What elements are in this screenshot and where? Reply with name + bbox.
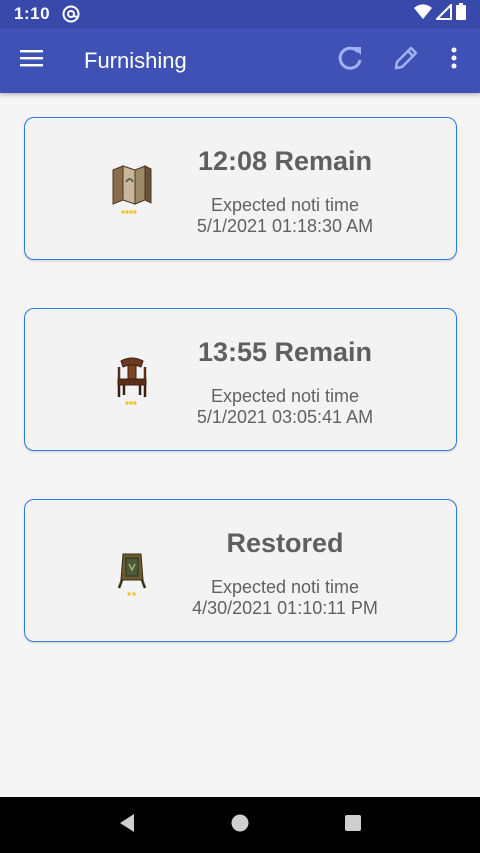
at-sign-icon [62, 5, 80, 23]
expected-noti-label: Expected noti time [210, 195, 360, 215]
status-time: 1:10 [14, 4, 51, 23]
status-bar: 1:10 [0, 0, 480, 28]
home-icon [231, 814, 249, 837]
battery-icon [456, 3, 466, 25]
back-icon [118, 813, 136, 838]
app-bar: Furnishing [0, 28, 480, 93]
system-nav-bar [0, 797, 480, 853]
expected-noti-time: 5/1/2021 03:05:41 AM [196, 407, 374, 427]
home-button[interactable] [220, 805, 260, 845]
furnishing-card[interactable]: 12:08 Remain Expected noti time 5/1/2021… [24, 117, 457, 260]
menu-button[interactable] [0, 28, 64, 93]
folding-screen-image [109, 164, 155, 218]
recents-button[interactable] [333, 805, 373, 845]
more-options-button[interactable] [434, 28, 474, 93]
expected-noti-time: 5/1/2021 01:18:30 AM [196, 216, 374, 236]
expected-noti-time: 4/30/2021 01:10:11 PM [192, 598, 378, 618]
standing-board-image [109, 546, 155, 600]
back-button[interactable] [107, 805, 147, 845]
hamburger-menu-icon [20, 49, 44, 72]
restored-status: Restored [226, 528, 344, 558]
wifi-icon [414, 3, 432, 25]
furnishing-card[interactable]: Restored Expected noti time 4/30/2021 01… [24, 499, 457, 642]
furnishing-list: 12:08 Remain Expected noti time 5/1/2021… [0, 93, 480, 797]
more-vert-icon [451, 47, 457, 74]
refresh-button[interactable] [322, 28, 378, 93]
signal-icon [434, 2, 452, 25]
refresh-icon [336, 44, 364, 77]
furnishing-card[interactable]: 13:55 Remain Expected noti time 5/1/2021… [24, 308, 457, 451]
remaining-time: 13:55 Remain [197, 337, 373, 367]
remaining-time: 12:08 Remain [197, 146, 373, 176]
recents-icon [345, 814, 362, 836]
expected-noti-label: Expected noti time [210, 386, 360, 406]
edit-button[interactable] [378, 28, 434, 93]
expected-noti-label: Expected noti time [210, 577, 360, 597]
edit-icon [392, 44, 420, 77]
page-title: Furnishing [84, 47, 187, 73]
wooden-chair-image [109, 355, 155, 409]
